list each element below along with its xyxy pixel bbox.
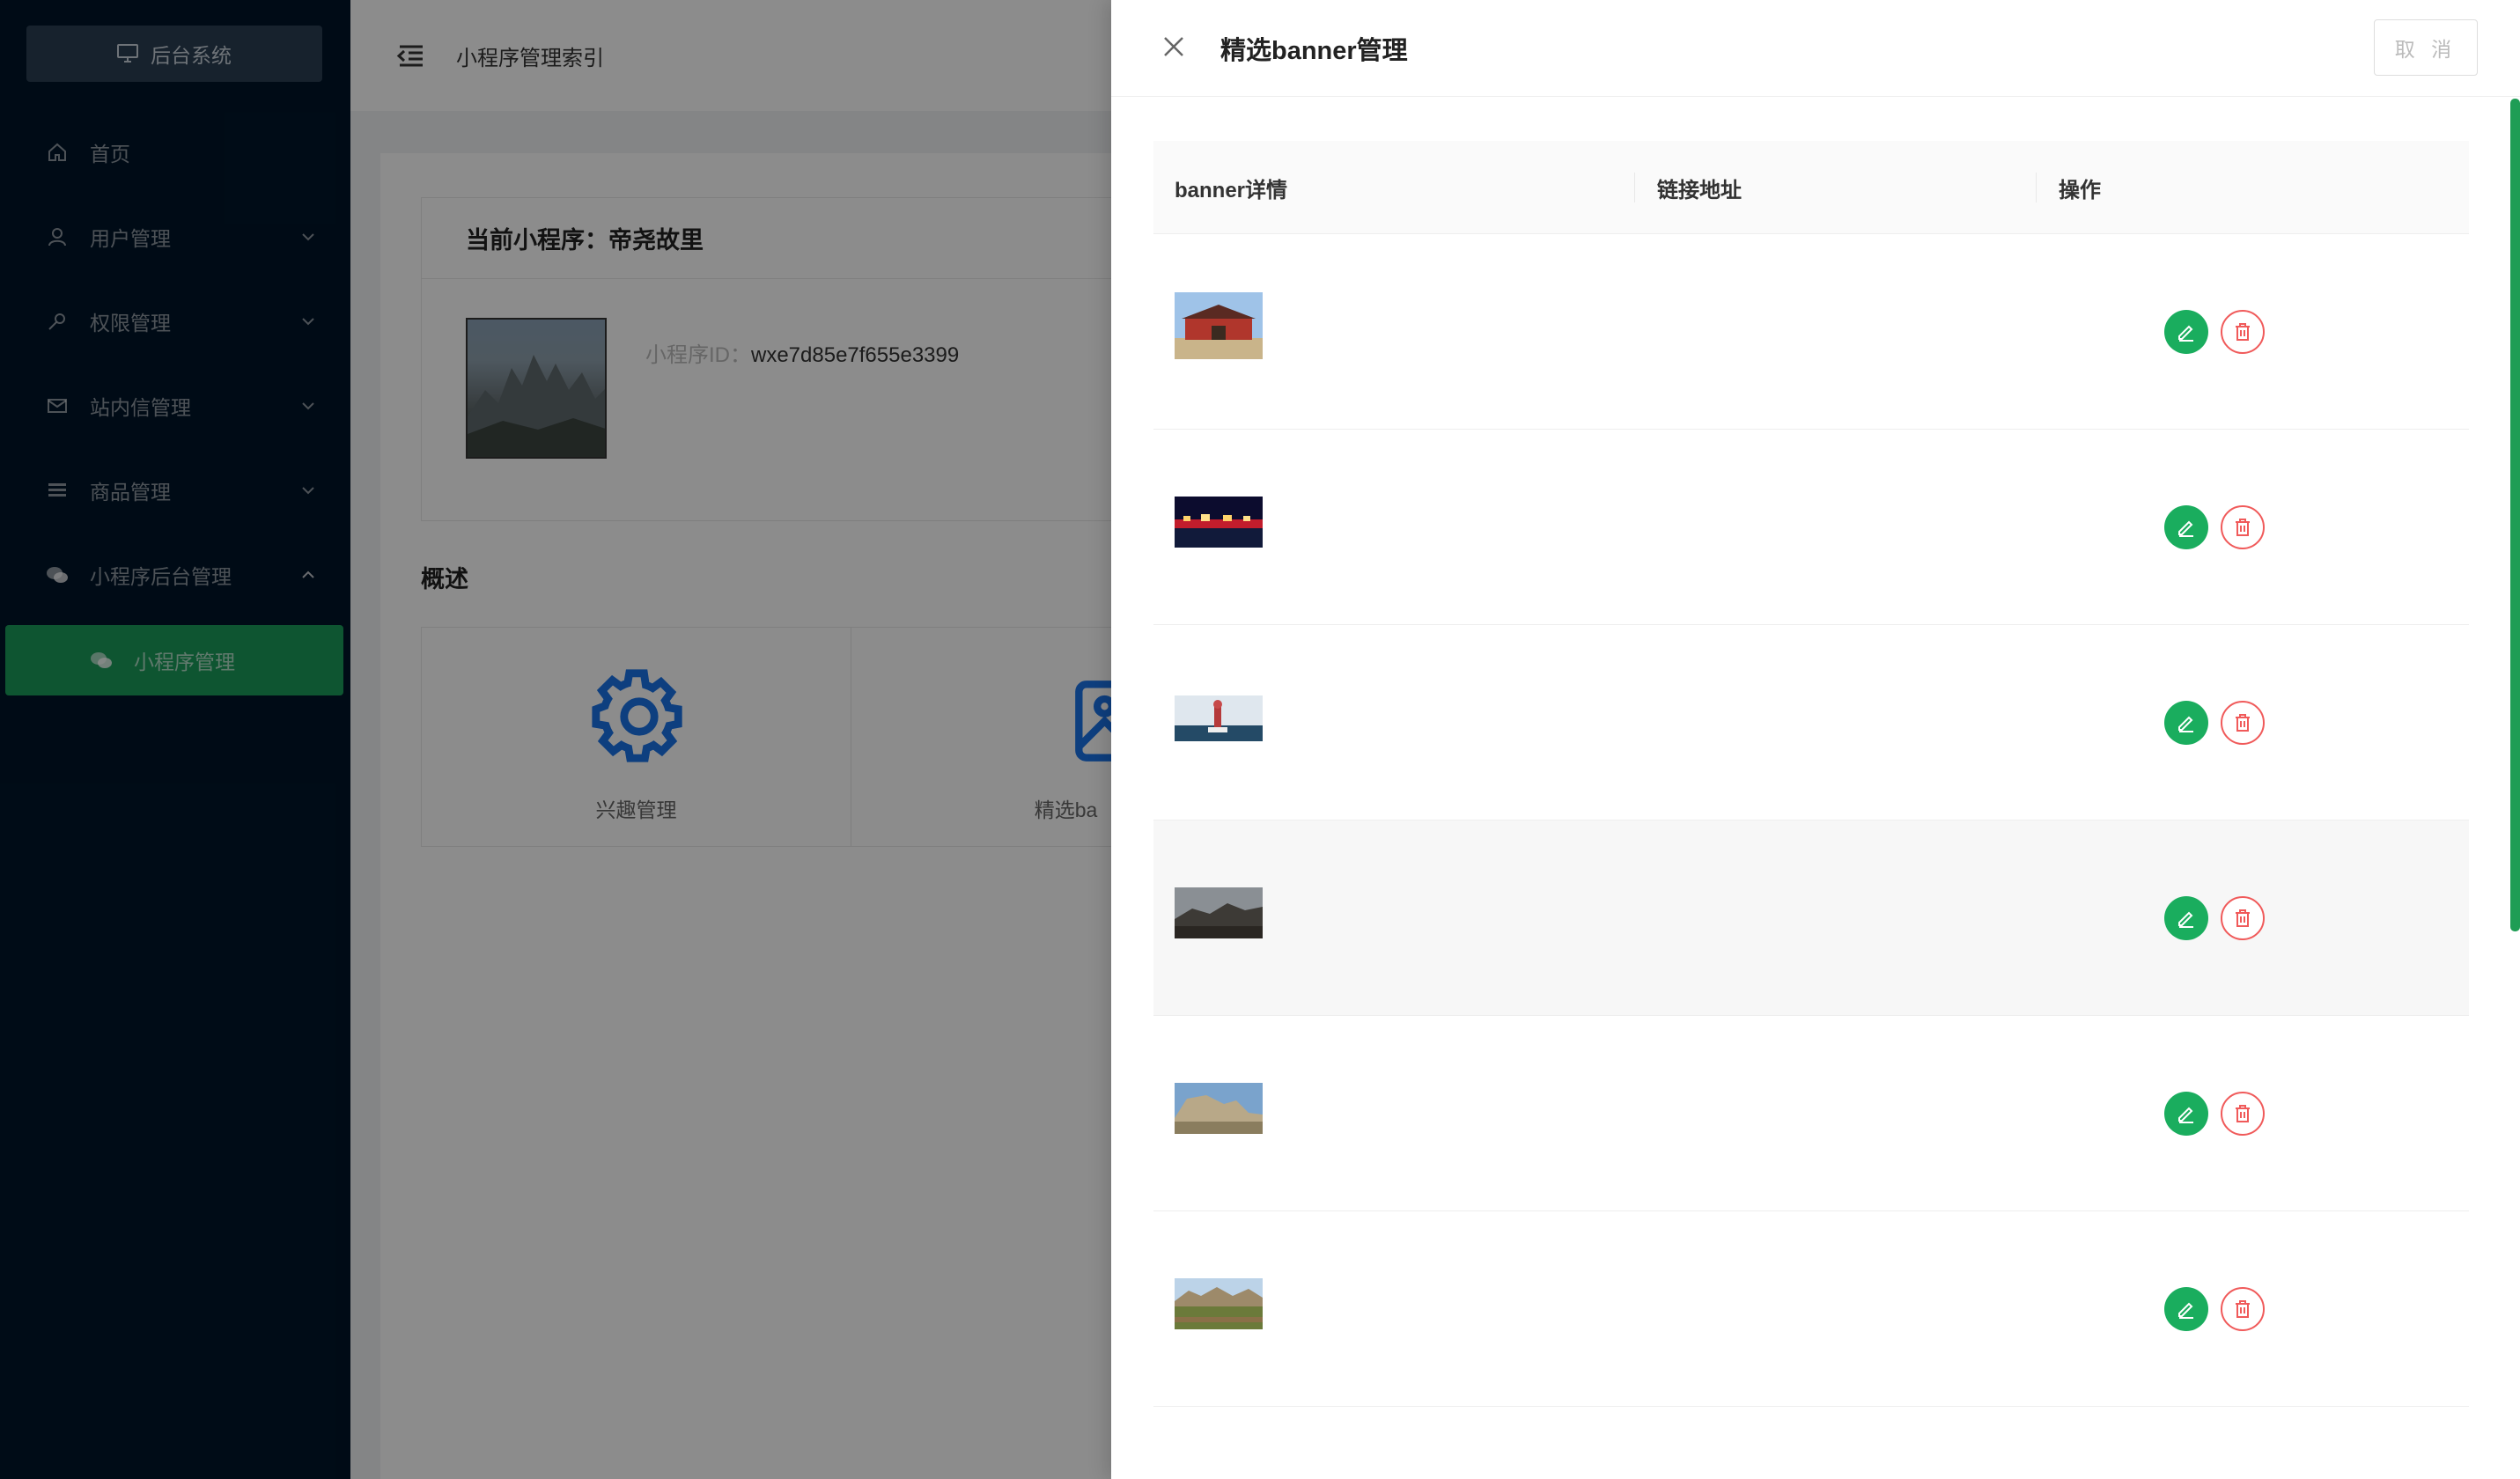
edit-button[interactable] xyxy=(2164,701,2208,745)
trash-icon xyxy=(2236,519,2250,536)
trash-icon xyxy=(2236,714,2250,732)
edit-button[interactable] xyxy=(2164,310,2208,354)
edit-button[interactable] xyxy=(2164,896,2208,940)
table-row xyxy=(1153,625,2469,820)
delete-button[interactable] xyxy=(2221,505,2265,549)
banner-thumbnail[interactable] xyxy=(1175,887,1263,938)
trash-icon xyxy=(2236,1300,2250,1318)
trash-icon xyxy=(2236,1105,2250,1122)
trash-icon xyxy=(2236,909,2250,927)
edit-icon xyxy=(2178,1107,2193,1123)
banner-thumbnail[interactable] xyxy=(1175,1278,1263,1329)
delete-button[interactable] xyxy=(2221,310,2265,354)
banner-thumbnail[interactable] xyxy=(1175,695,1263,741)
column-divider xyxy=(2036,173,2037,202)
edit-button[interactable] xyxy=(2164,1092,2208,1136)
delete-button[interactable] xyxy=(2221,896,2265,940)
cancel-button[interactable]: 取 消 xyxy=(2374,19,2478,76)
trash-icon xyxy=(2236,323,2250,341)
table-row xyxy=(1153,234,2469,430)
banner-thumbnail[interactable] xyxy=(1175,497,1263,548)
delete-button[interactable] xyxy=(2221,1092,2265,1136)
edit-icon xyxy=(2178,716,2193,732)
drawer-title: 精选banner管理 xyxy=(1220,37,1408,65)
edit-icon xyxy=(2178,520,2193,537)
table-row xyxy=(1153,430,2469,625)
column-header-banner: banner详情 xyxy=(1175,178,1288,202)
table-row xyxy=(1153,1016,2469,1211)
edit-icon xyxy=(2178,911,2193,928)
close-icon[interactable] xyxy=(1161,33,1187,60)
banner-thumbnail[interactable] xyxy=(1175,292,1263,359)
banner-drawer: 精选banner管理 取 消 banner详情 链接地址 操作 xyxy=(1111,0,2520,1479)
drawer-header: 精选banner管理 取 消 xyxy=(1111,0,2520,97)
edit-icon xyxy=(2178,325,2193,342)
delete-button[interactable] xyxy=(2221,701,2265,745)
edit-icon xyxy=(2178,1302,2193,1319)
edit-button[interactable] xyxy=(2164,505,2208,549)
banner-table: banner详情 链接地址 操作 xyxy=(1153,141,2469,1407)
delete-button[interactable] xyxy=(2221,1287,2265,1331)
table-row xyxy=(1153,1211,2469,1407)
banner-thumbnail[interactable] xyxy=(1175,1083,1263,1134)
column-header-actions: 操作 xyxy=(2059,178,2101,202)
table-row xyxy=(1153,820,2469,1016)
table-header: banner详情 链接地址 操作 xyxy=(1153,141,2469,234)
column-header-link: 链接地址 xyxy=(1657,178,1742,202)
scrollbar[interactable] xyxy=(2510,99,2520,931)
column-divider xyxy=(1634,173,1635,202)
edit-button[interactable] xyxy=(2164,1287,2208,1331)
